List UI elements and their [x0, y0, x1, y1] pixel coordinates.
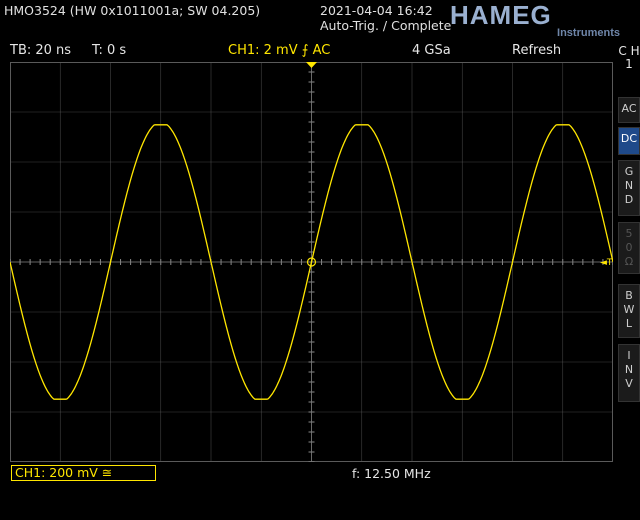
- trigger-level-marker: ◄T: [600, 258, 613, 268]
- frequency-readout: f: 12.50 MHz: [352, 466, 431, 481]
- trigger-status: Auto-Trig. / Complete: [320, 18, 452, 33]
- brand-logo: HAMEG Instruments: [450, 0, 620, 39]
- side-button-dc[interactable]: DC: [618, 127, 640, 155]
- waveform-display[interactable]: 1 ◄T: [10, 62, 613, 462]
- side-button-gnd[interactable]: GND: [618, 160, 640, 216]
- channel-scale-readout[interactable]: CH1: 200 mV ≅: [11, 465, 156, 481]
- datetime: 2021-04-04 16:42: [320, 3, 433, 18]
- trigger-time-readout[interactable]: T: 0 s: [92, 43, 126, 58]
- side-button-bwl[interactable]: BWL: [618, 284, 640, 338]
- ch1-ground-marker: 1: [10, 258, 12, 268]
- timebase-readout[interactable]: TB: 20 ns: [10, 43, 71, 58]
- trigger-position-marker: [306, 62, 317, 68]
- instrument-model: HMO3524 (HW 0x1011001a; SW 04.205): [4, 3, 261, 18]
- side-button-ac[interactable]: AC: [618, 97, 640, 123]
- channel-settings-readout[interactable]: CH1: 2 mV ⨍ AC: [228, 43, 330, 58]
- acquisition-mode-readout[interactable]: Refresh: [512, 43, 561, 58]
- side-menu: AC DC G N D 5 0 Ω B W L I N V: [618, 42, 640, 462]
- sample-rate-readout: 4 GSa: [412, 43, 451, 58]
- side-button-50ω[interactable]: 50Ω: [618, 222, 640, 274]
- side-button-inv[interactable]: INV: [618, 344, 640, 402]
